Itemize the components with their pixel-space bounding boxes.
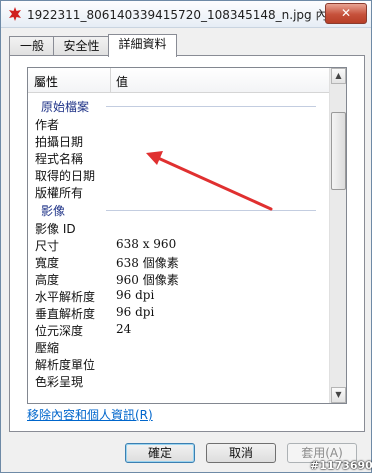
watermark: #1173690	[310, 459, 372, 472]
list-rows: 原始檔案 作者 拍攝日期 程式名稱 取得的日期 版權所有 影像 影像 ID 尺寸…	[28, 96, 329, 389]
title-bar[interactable]: 1922311_806140339415720_108345148_n.jpg …	[1, 1, 371, 28]
property-value: 24	[116, 322, 132, 336]
properties-dialog: 1922311_806140339415720_108345148_n.jpg …	[0, 0, 372, 473]
property-name: 高度	[35, 273, 60, 287]
list-item[interactable]: 壓縮	[28, 338, 329, 355]
property-value: 96 dpi	[116, 305, 155, 319]
scroll-up-icon[interactable]: ▲	[331, 68, 346, 84]
list-item[interactable]: 尺寸 638 x 960	[28, 236, 329, 253]
group-divider	[106, 210, 316, 211]
property-name: 垂直解析度	[35, 307, 96, 321]
property-name: 拍攝日期	[35, 135, 84, 149]
property-value: 638 個像素	[116, 256, 179, 270]
list-item[interactable]: 程式名稱	[28, 149, 329, 166]
tab-security[interactable]: 安全性	[53, 36, 110, 56]
tab-details[interactable]: 詳細資料	[108, 34, 177, 57]
list-item[interactable]: 影像 ID	[28, 219, 329, 236]
details-panel: 屬性 值 原始檔案 作者 拍攝日期 程式名稱 取得的日期 版權所有 影像 影像 …	[9, 55, 365, 432]
list-item[interactable]: 色彩呈現	[28, 372, 329, 389]
tab-general[interactable]: 一般	[9, 36, 55, 56]
group-header-image: 影像	[28, 200, 329, 219]
property-name: 寬度	[35, 256, 60, 270]
list-item[interactable]: 位元深度 24	[28, 321, 329, 338]
window-title: 1922311_806140339415720_108345148_n.jpg …	[27, 8, 340, 22]
list-item[interactable]: 取得的日期	[28, 166, 329, 183]
scrollbar-thumb[interactable]	[331, 112, 346, 190]
property-value: 638 x 960	[116, 237, 177, 251]
cancel-button[interactable]: 取消	[206, 443, 276, 463]
column-header-property[interactable]: 屬性	[34, 73, 58, 90]
column-header-value[interactable]: 值	[116, 73, 128, 90]
column-divider[interactable]	[110, 68, 111, 92]
group-title: 原始檔案	[41, 100, 90, 114]
property-name: 作者	[35, 118, 60, 132]
group-header-origin: 原始檔案	[28, 96, 329, 115]
image-file-icon	[9, 7, 21, 21]
list-header: 屬性 值	[28, 68, 329, 93]
property-name: 影像 ID	[35, 222, 76, 236]
property-name: 程式名稱	[35, 152, 84, 166]
close-button[interactable]: ✕	[325, 3, 367, 24]
property-name: 解析度單位	[35, 358, 96, 372]
list-item[interactable]: 高度 960 個像素	[28, 270, 329, 287]
scroll-down-icon[interactable]: ▼	[331, 387, 346, 403]
group-divider	[106, 106, 316, 107]
list-item[interactable]: 寬度 638 個像素	[28, 253, 329, 270]
property-name: 色彩呈現	[35, 375, 84, 389]
list-item[interactable]: 版權所有	[28, 183, 329, 200]
list-item[interactable]: 解析度單位	[28, 355, 329, 372]
property-name: 取得的日期	[35, 169, 96, 183]
list-item[interactable]: 垂直解析度 96 dpi	[28, 304, 329, 321]
remove-properties-link[interactable]: 移除內容和個人資訊(R)	[27, 406, 153, 423]
property-value: 960 個像素	[116, 273, 179, 287]
property-name: 水平解析度	[35, 290, 96, 304]
list-item[interactable]: 作者	[28, 115, 329, 132]
property-name: 版權所有	[35, 186, 84, 200]
property-value: 96 dpi	[116, 288, 155, 302]
property-name: 位元深度	[35, 324, 84, 338]
list-item[interactable]: 拍攝日期	[28, 132, 329, 149]
properties-list[interactable]: 屬性 值 原始檔案 作者 拍攝日期 程式名稱 取得的日期 版權所有 影像 影像 …	[27, 67, 347, 404]
list-item[interactable]: 水平解析度 96 dpi	[28, 287, 329, 304]
property-name: 尺寸	[35, 239, 60, 253]
group-title: 影像	[41, 204, 66, 218]
ok-button[interactable]: 確定	[125, 443, 195, 463]
vertical-scrollbar[interactable]: ▲ ▼	[329, 68, 346, 403]
property-name: 壓縮	[35, 341, 60, 355]
